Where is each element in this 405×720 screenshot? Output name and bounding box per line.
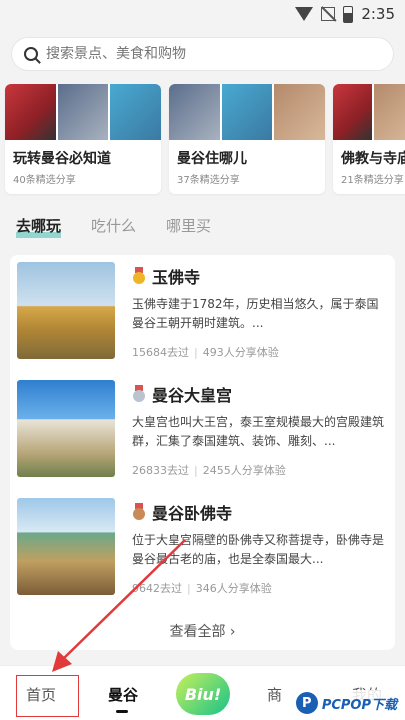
gold-medal-icon <box>132 267 146 285</box>
guide-title: 曼谷住哪儿 <box>177 151 247 167</box>
search-bar[interactable] <box>12 38 393 70</box>
guide-card[interactable]: 佛教与寺庙 21条精选分享 <box>333 84 405 194</box>
poi-image <box>17 262 115 359</box>
guide-card[interactable]: 曼谷住哪儿 37条精选分享 <box>169 84 325 194</box>
nav-shop[interactable]: 商 <box>267 684 282 705</box>
tab-where-to-buy[interactable]: 哪里买 <box>166 215 211 236</box>
shared-count: 346人分享体验 <box>195 582 272 595</box>
no-signal-icon <box>321 7 336 21</box>
guide-title: 佛教与寺庙 <box>341 151 405 167</box>
annotation-highlight-box <box>16 675 79 717</box>
biu-button[interactable]: Biu! <box>176 673 230 715</box>
poi-description: 位于大皇宫隔壁的卧佛寺又称菩提寺，卧佛寺是曼谷最古老的庙，也是全泰国最大... <box>132 533 385 566</box>
poi-name: 曼谷大皇宫 <box>152 386 233 405</box>
list-item[interactable]: 曼谷大皇宫 大皇宫也叫大王宫，泰王室规模最大的宫殿建筑群，汇集了泰国建筑、装饰、… <box>16 373 391 478</box>
category-tabs: 去哪玩 吃什么 哪里买 <box>16 215 211 238</box>
search-icon <box>24 47 38 61</box>
bronze-medal-icon <box>132 503 146 521</box>
list-item[interactable]: 玉佛寺 玉佛寺建于1782年，历史相当悠久，属于泰国曼谷王朝开朝时建筑。... … <box>16 255 391 360</box>
guide-carousel[interactable]: 玩转曼谷必知道 40条精选分享 曼谷住哪儿 37条精选分享 佛教与寺庙 21条精… <box>0 84 405 196</box>
poi-description: 玉佛寺建于1782年，历史相当悠久，属于泰国曼谷王朝开朝时建筑。... <box>132 297 379 330</box>
search-input[interactable] <box>46 46 346 62</box>
guide-card[interactable]: 玩转曼谷必知道 40条精选分享 <box>5 84 161 194</box>
silver-medal-icon <box>132 385 146 403</box>
nav-bangkok[interactable]: 曼谷 <box>108 684 138 713</box>
poi-name: 玉佛寺 <box>152 268 201 287</box>
pcpop-logo-icon: P <box>295 692 318 714</box>
poi-image <box>17 380 115 477</box>
visited-count: 9642去过 <box>132 582 182 595</box>
tab-where-to-play[interactable]: 去哪玩 <box>16 215 62 238</box>
poi-name: 曼谷卧佛寺 <box>152 504 233 523</box>
status-time: 2:35 <box>361 5 395 23</box>
wifi-icon <box>295 7 314 21</box>
visited-count: 15684去过 <box>132 346 189 359</box>
battery-icon <box>343 5 354 23</box>
guide-subtitle: 37条精选分享 <box>177 175 240 186</box>
watermark: P PCPOP下载 <box>291 690 401 716</box>
view-all-link[interactable]: 查看全部 › <box>10 621 395 641</box>
visited-count: 26833去过 <box>132 464 189 477</box>
poi-image <box>17 498 115 595</box>
shared-count: 493人分享体验 <box>202 346 279 359</box>
shared-count: 2455人分享体验 <box>202 464 286 477</box>
guide-subtitle: 40条精选分享 <box>13 175 76 186</box>
tab-what-to-eat[interactable]: 吃什么 <box>91 215 136 236</box>
guide-title: 玩转曼谷必知道 <box>13 151 111 167</box>
guide-subtitle: 21条精选分享 <box>341 175 404 186</box>
poi-description: 大皇宫也叫大王宫，泰王室规模最大的宫殿建筑群，汇集了泰国建筑、装饰、雕刻、... <box>132 415 385 448</box>
list-item[interactable]: 曼谷卧佛寺 位于大皇宫隔壁的卧佛寺又称菩提寺，卧佛寺是曼谷最古老的庙，也是全泰国… <box>16 491 391 596</box>
status-bar: 2:35 <box>0 0 405 30</box>
watermark-text: PCPOP下载 <box>321 697 397 713</box>
poi-list: 玉佛寺 玉佛寺建于1782年，历史相当悠久，属于泰国曼谷王朝开朝时建筑。... … <box>10 255 395 650</box>
